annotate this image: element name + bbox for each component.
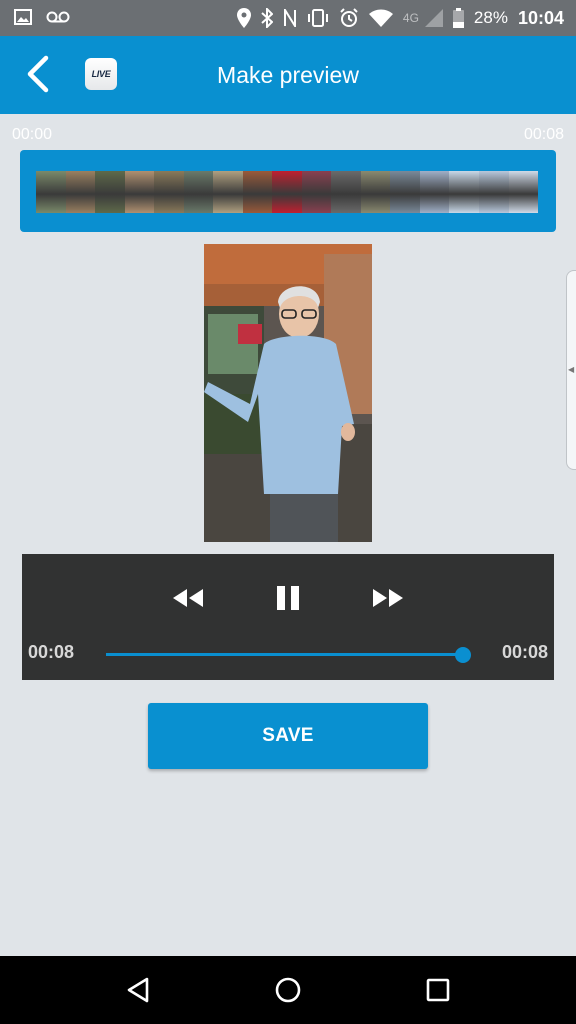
timeline-frame — [360, 171, 391, 213]
timeline-frame — [272, 171, 302, 213]
location-icon — [236, 8, 251, 28]
system-navigation-bar — [0, 956, 576, 1024]
trim-handle-end[interactable] — [542, 164, 552, 220]
timeline-frame — [124, 171, 155, 213]
timeline-frame — [508, 171, 538, 213]
trim-handle-start[interactable] — [24, 164, 34, 220]
timeline-frame — [449, 171, 479, 213]
timeline-frame-strip — [36, 171, 538, 213]
timeline-frame — [331, 171, 361, 213]
battery-percent: 28% — [473, 8, 508, 27]
app-bar: LIVE Make preview — [0, 36, 576, 114]
seek-bar-thumb[interactable] — [455, 647, 471, 663]
pause-icon — [277, 586, 299, 610]
caret-left-icon: ◀ — [568, 365, 575, 374]
status-bar: 4G 28% 10:04 — [0, 0, 576, 36]
timeline-frame — [213, 171, 243, 213]
current-time: 00:08 — [28, 642, 75, 662]
timeline-end-time: 00:08 — [523, 126, 564, 143]
fast-forward-button[interactable] — [368, 580, 408, 616]
timeline-frame — [478, 171, 509, 213]
page-title: Make preview — [217, 62, 359, 88]
seek-bar-progress — [106, 653, 463, 656]
duration-time: 00:08 — [501, 642, 548, 662]
media-player-controls: 00:08 00:08 — [22, 554, 554, 680]
side-drawer-handle[interactable]: ◀ — [566, 270, 576, 470]
image-icon — [14, 9, 32, 25]
bluetooth-icon — [261, 8, 273, 28]
timeline-frame — [65, 171, 96, 213]
clock: 10:04 — [517, 7, 564, 28]
timeline-start-time: 00:00 — [12, 126, 53, 143]
timeline-frame — [183, 171, 214, 213]
square-recents-icon — [426, 978, 450, 1002]
wifi-icon — [368, 9, 393, 27]
timeline-frame — [95, 171, 125, 213]
timeline-frame — [301, 171, 332, 213]
network-type-label: 4G — [402, 11, 419, 25]
rewind-icon — [173, 589, 203, 607]
timeline-frame — [390, 171, 420, 213]
pause-button[interactable] — [268, 580, 308, 616]
signal-icon — [424, 9, 443, 27]
nav-back-button[interactable] — [120, 972, 156, 1008]
save-button[interactable]: SAVE — [148, 703, 428, 769]
timeline-frame — [242, 171, 273, 213]
timeline-frame — [36, 171, 66, 213]
seek-bar[interactable] — [106, 647, 471, 663]
timeline-trimmer[interactable] — [20, 150, 556, 232]
nav-recents-button[interactable] — [420, 972, 456, 1008]
timeline-frame — [154, 171, 184, 213]
fast-forward-icon — [373, 589, 403, 607]
voicemail-icon — [46, 11, 70, 23]
nav-home-button[interactable] — [270, 972, 306, 1008]
triangle-back-icon — [127, 977, 149, 1003]
battery-icon — [452, 8, 464, 28]
nfc-icon — [283, 9, 296, 27]
circle-home-icon — [275, 977, 301, 1003]
timeline-frame — [419, 171, 450, 213]
rewind-button[interactable] — [168, 580, 208, 616]
alarm-icon — [340, 8, 358, 27]
vibrate-icon — [307, 9, 328, 27]
video-preview — [204, 244, 372, 542]
preview-photo — [204, 244, 372, 542]
